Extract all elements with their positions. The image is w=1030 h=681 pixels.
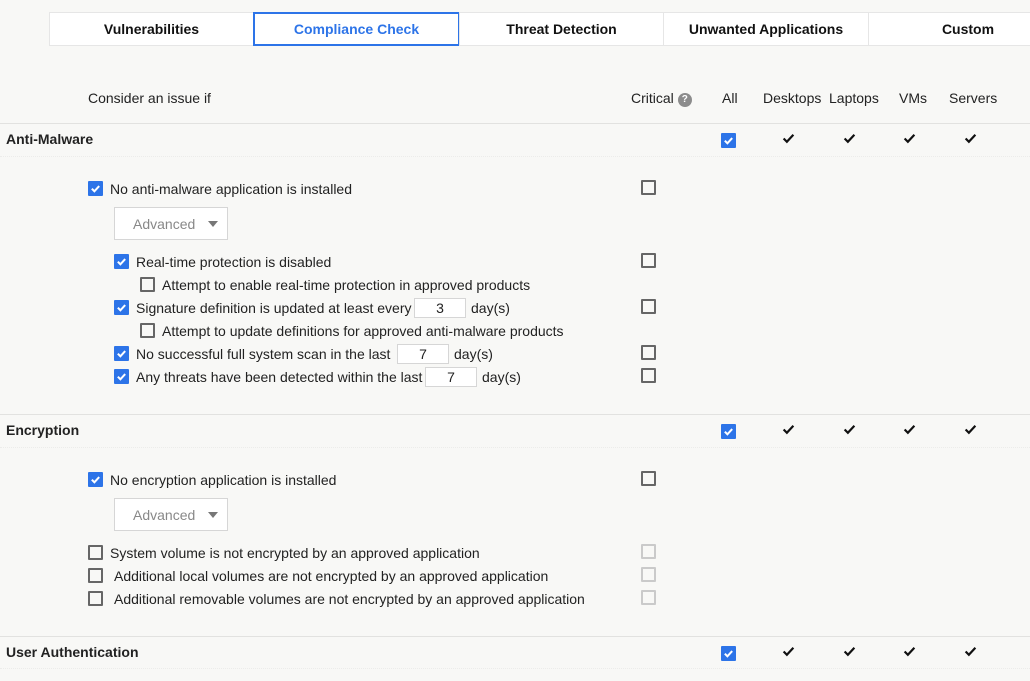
signature-definition-critical-checkbox[interactable] xyxy=(641,299,656,314)
divider xyxy=(0,123,1030,124)
dropdown-value: Advanced xyxy=(133,506,196,523)
full-scan-checkbox[interactable] xyxy=(114,346,129,361)
column-all: All xyxy=(722,90,738,106)
full-scan-critical-checkbox[interactable] xyxy=(641,345,656,360)
system-volume-label: System volume is not encrypted by an app… xyxy=(110,545,480,561)
no-anti-malware-critical-checkbox[interactable] xyxy=(641,180,656,195)
no-encryption-checkbox[interactable] xyxy=(88,472,103,487)
section-title-user-authentication: User Authentication xyxy=(6,644,139,660)
servers-check-icon xyxy=(964,133,977,144)
system-volume-checkbox[interactable] xyxy=(88,545,103,560)
dotted-divider xyxy=(0,156,1030,157)
removable-volumes-checkbox[interactable] xyxy=(88,591,103,606)
full-scan-days-suffix: day(s) xyxy=(454,346,493,362)
threats-detected-critical-checkbox[interactable] xyxy=(641,368,656,383)
desktops-check-icon xyxy=(782,646,795,657)
threats-days-input[interactable] xyxy=(425,367,477,387)
full-scan-label: No successful full system scan in the la… xyxy=(136,346,391,362)
signature-definition-checkbox[interactable] xyxy=(114,300,129,315)
dotted-divider xyxy=(0,668,1030,669)
column-servers: Servers xyxy=(949,90,998,106)
no-encryption-critical-checkbox[interactable] xyxy=(641,471,656,486)
vms-check-icon xyxy=(903,424,916,435)
servers-check-icon xyxy=(964,646,977,657)
column-vms: VMs xyxy=(899,90,927,106)
update-definitions-label: Attempt to update definitions for approv… xyxy=(162,323,564,339)
servers-check-icon xyxy=(964,424,977,435)
full-scan-days-input[interactable] xyxy=(397,344,449,364)
tab-threat-detection[interactable]: Threat Detection xyxy=(459,12,664,46)
critical-label: Critical xyxy=(631,90,674,106)
help-icon[interactable]: ? xyxy=(677,93,692,107)
realtime-protection-checkbox[interactable] xyxy=(114,254,129,269)
signature-definition-label: Signature definition is updated at least… xyxy=(136,300,412,316)
consider-issue-label: Consider an issue if xyxy=(88,90,211,106)
signature-days-input[interactable] xyxy=(414,298,466,318)
column-desktops: Desktops xyxy=(763,90,822,106)
system-volume-critical-checkbox xyxy=(641,544,656,559)
laptops-check-icon xyxy=(843,646,856,657)
divider xyxy=(0,636,1030,637)
local-volumes-checkbox[interactable] xyxy=(88,568,103,583)
section-title-anti-malware: Anti-Malware xyxy=(6,131,94,147)
tab-custom[interactable]: Custom xyxy=(868,12,1030,46)
dotted-divider xyxy=(0,447,1030,448)
no-anti-malware-label: No anti-malware application is installed xyxy=(110,181,353,197)
local-volumes-label: Additional local volumes are not encrypt… xyxy=(114,568,549,584)
no-anti-malware-checkbox[interactable] xyxy=(88,181,103,196)
anti-malware-advanced-dropdown[interactable]: Advanced xyxy=(114,207,228,240)
local-volumes-critical-checkbox xyxy=(641,567,656,582)
realtime-protection-label: Real-time protection is disabled xyxy=(136,254,332,270)
removable-volumes-label: Additional removable volumes are not enc… xyxy=(114,591,585,607)
user-auth-all-checkbox[interactable] xyxy=(721,646,736,661)
divider xyxy=(0,414,1030,415)
threats-days-suffix: day(s) xyxy=(482,369,521,385)
critical-column-header: Critical? xyxy=(631,90,692,107)
threats-detected-checkbox[interactable] xyxy=(114,369,129,384)
tab-compliance-check[interactable]: Compliance Check xyxy=(253,12,460,46)
update-definitions-checkbox[interactable] xyxy=(140,323,155,338)
enable-realtime-label: Attempt to enable real-time protection i… xyxy=(162,277,531,293)
tab-vulnerabilities[interactable]: Vulnerabilities xyxy=(49,12,254,46)
caret-down-icon xyxy=(208,512,218,518)
realtime-protection-critical-checkbox[interactable] xyxy=(641,253,656,268)
encryption-all-checkbox[interactable] xyxy=(721,424,736,439)
section-title-encryption: Encryption xyxy=(6,422,80,438)
removable-volumes-critical-checkbox xyxy=(641,590,656,605)
no-encryption-label: No encryption application is installed xyxy=(110,472,337,488)
anti-malware-all-checkbox[interactable] xyxy=(721,133,736,148)
tab-unwanted-applications[interactable]: Unwanted Applications xyxy=(663,12,869,46)
threats-detected-label: Any threats have been detected within th… xyxy=(136,369,423,385)
vms-check-icon xyxy=(903,646,916,657)
dropdown-value: Advanced xyxy=(133,215,196,232)
signature-days-suffix: day(s) xyxy=(471,300,510,316)
desktops-check-icon xyxy=(782,133,795,144)
desktops-check-icon xyxy=(782,424,795,435)
column-laptops: Laptops xyxy=(829,90,879,106)
vms-check-icon xyxy=(903,133,916,144)
enable-realtime-checkbox[interactable] xyxy=(140,277,155,292)
laptops-check-icon xyxy=(843,133,856,144)
laptops-check-icon xyxy=(843,424,856,435)
encryption-advanced-dropdown[interactable]: Advanced xyxy=(114,498,228,531)
caret-down-icon xyxy=(208,221,218,227)
